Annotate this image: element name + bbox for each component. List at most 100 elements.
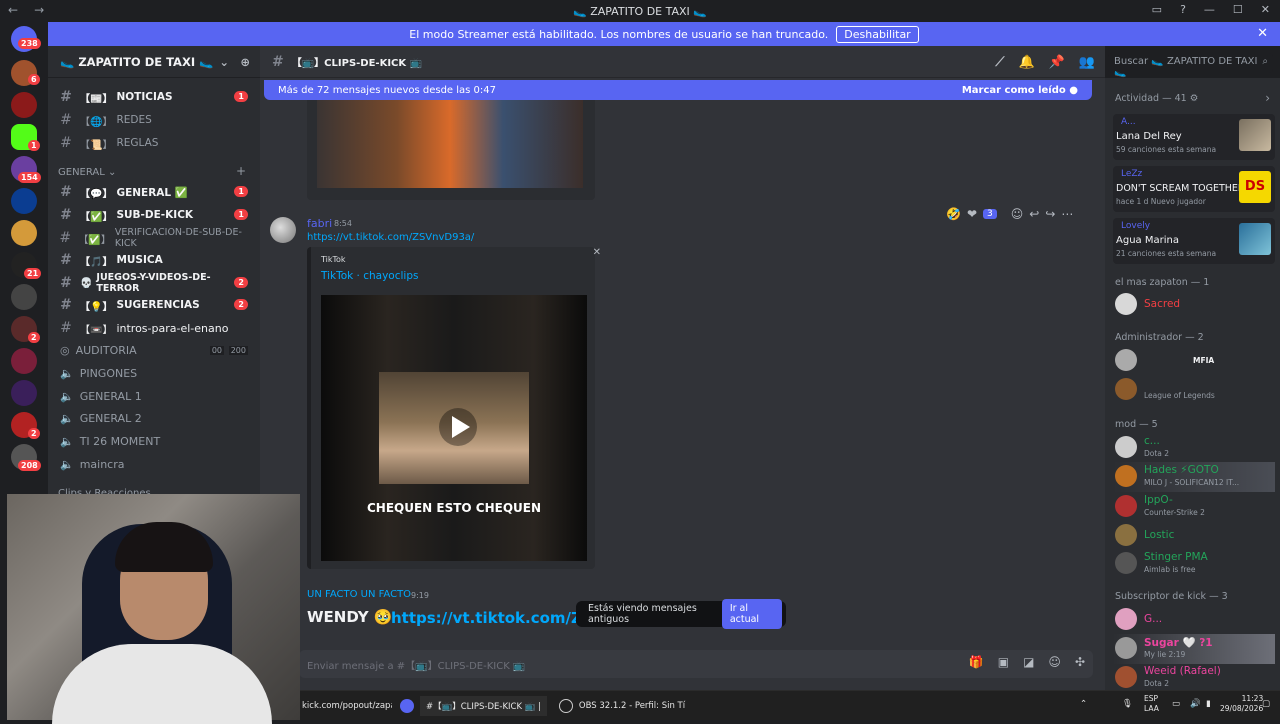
member-item[interactable]: Hades ⚡GOTO MILO J - SOLIFICAN12 IT...	[1113, 462, 1275, 492]
server-icon[interactable]	[11, 284, 37, 310]
channel-item[interactable]: # 【📜】 REGLAS	[56, 133, 252, 153]
server-icon[interactable]	[11, 380, 37, 406]
message-link[interactable]: https://vt.tiktok.com/ZSVnvD93a/	[307, 232, 474, 243]
disable-streamer-button[interactable]: Deshabilitar	[836, 25, 919, 43]
server-icon[interactable]	[11, 220, 37, 246]
jump-to-present-button[interactable]: Ir al actual	[721, 599, 782, 629]
browser-task[interactable]: kick.com/popout/zapati	[302, 701, 392, 711]
close-window-button[interactable]: ✕	[1261, 3, 1270, 16]
inbox-icon[interactable]: ▭	[1152, 3, 1162, 16]
forward-icon[interactable]: ↪	[1045, 207, 1055, 221]
voice-channel[interactable]: 🔈 maincra	[56, 454, 252, 474]
add-channel-icon[interactable]: +	[236, 164, 246, 178]
reaction-count[interactable]: 3	[983, 209, 997, 219]
sticker-icon[interactable]: ◪	[1023, 655, 1034, 669]
voice-channel[interactable]: 🔈 TI 26 MOMENT	[56, 431, 252, 451]
discord-taskbar-icon[interactable]	[400, 698, 414, 713]
voice-channel[interactable]: 🔈 PINGONES	[56, 363, 252, 383]
hash-icon: #	[60, 320, 72, 336]
back-arrow-icon[interactable]: ←	[8, 3, 18, 17]
message-link[interactable]: https://vt.tiktok.com/ZSV	[391, 609, 576, 627]
language-indicator[interactable]: ESP LAA	[1144, 694, 1159, 714]
activity-card[interactable]: A... Lana Del Rey 59 canciones esta sema…	[1113, 114, 1275, 160]
close-banner-icon[interactable]: ✕	[1257, 26, 1268, 41]
network-icon[interactable]: ▭	[1172, 699, 1180, 709]
member-item[interactable]: Sugar 🤍 ?1 My lie 2:19	[1113, 634, 1275, 664]
chevron-down-icon[interactable]: ⌄	[219, 55, 229, 69]
search-input[interactable]: Buscar 🥿 ZAPATITO DE TAXI 🥿 ⌕	[1108, 53, 1273, 78]
activity-card[interactable]: LeZz DON'T SCREAM TOGETHER hace 1 d Nuev…	[1113, 166, 1275, 212]
notifications-icon[interactable]: ▢	[1262, 699, 1270, 709]
laugh-reaction-icon[interactable]: 🤣	[946, 207, 961, 221]
member-list-icon[interactable]: 👥	[1079, 55, 1095, 70]
previous-image-attachment[interactable]	[307, 100, 595, 200]
reply-icon[interactable]: ↩	[1029, 207, 1039, 221]
heart-reaction-icon[interactable]: ❤	[967, 207, 977, 221]
mark-read-button[interactable]: Marcar como leído ●	[962, 85, 1078, 96]
obs-icon[interactable]	[558, 698, 573, 713]
member-item[interactable]: IppO- Counter-Strike 2	[1113, 492, 1275, 522]
server-icon[interactable]	[11, 188, 37, 214]
member-item[interactable]: Weeid (Rafael) Dota 2	[1113, 663, 1275, 693]
pin-icon[interactable]: 📌	[1049, 55, 1065, 70]
voice-channel[interactable]: 🔈 GENERAL 1	[56, 386, 252, 406]
message-composer[interactable]: Enviar mensaje a #【📺】CLIPS-DE-KICK 📺 🎁 ▣…	[299, 650, 1093, 678]
message-author[interactable]: fabri	[307, 217, 332, 230]
bell-icon[interactable]: 🔔	[1018, 55, 1034, 70]
message-author[interactable]: UN FACTO UN FACTO	[307, 589, 411, 600]
gear-icon[interactable]: ⚙	[1190, 93, 1199, 104]
member-item[interactable]: League of Legends	[1113, 375, 1275, 405]
battery-icon[interactable]: ▮	[1206, 699, 1211, 709]
voice-channel[interactable]: 🔈 GENERAL 2	[56, 408, 252, 428]
member-item[interactable]: c... Dota 2	[1113, 433, 1275, 463]
embed-title[interactable]: TikTok · chayoclips	[321, 270, 418, 282]
video-player[interactable]: CHEQUEN ESTO CHEQUEN	[321, 295, 587, 561]
play-icon[interactable]	[438, 407, 478, 447]
add-reaction-icon[interactable]: ☺	[1011, 207, 1024, 221]
chevron-down-icon: ⌄	[108, 167, 117, 178]
member-item[interactable]: G...	[1113, 605, 1275, 635]
server-header[interactable]: 🥿 ZAPATITO DE TAXI 🥿 ⌄ ⊕	[48, 46, 260, 78]
voice-channel[interactable]: ◎ AUDITORIA 00 200	[56, 340, 252, 360]
channel-item[interactable]: # 【🎵】 MUSICA	[56, 250, 252, 270]
mic-icon[interactable]: 🎙	[1122, 699, 1133, 709]
channel-item[interactable]: # 【🌐】 REDES	[56, 110, 252, 130]
chevron-up-icon[interactable]: ⌃	[1080, 699, 1087, 709]
apps-icon[interactable]: ✣	[1075, 655, 1085, 669]
add-member-icon[interactable]: ⊕	[240, 55, 250, 69]
clock[interactable]: 11:23 29/08/2026	[1220, 694, 1263, 714]
member-item[interactable]: MFIA	[1113, 346, 1275, 376]
minimize-button[interactable]: —	[1204, 3, 1215, 16]
emoji-icon[interactable]: ☺	[1048, 655, 1061, 669]
help-icon[interactable]: ?	[1180, 3, 1186, 16]
channel-item[interactable]: # 【✅】 VERIFICACION-DE-SUB-DE-KICK	[56, 227, 252, 249]
avatar[interactable]	[270, 217, 296, 243]
category-header[interactable]: GENERAL ⌄	[58, 167, 116, 178]
new-messages-bar[interactable]: Más de 72 mensajes nuevos desde las 0:47…	[264, 80, 1092, 100]
server-icon[interactable]	[11, 348, 37, 374]
close-embed-icon[interactable]: ✕	[593, 247, 601, 258]
member-list: Actividad — 41 ⚙ › A... Lana Del Rey 59 …	[1105, 78, 1280, 720]
channel-item[interactable]: # 【💬】 GENERAL ✅ 1	[56, 182, 252, 202]
server-icon[interactable]	[11, 92, 37, 118]
volume-icon[interactable]: 🔊	[1190, 699, 1201, 709]
more-options-icon[interactable]: ⋯	[1061, 207, 1073, 221]
chevron-right-icon[interactable]: ›	[1265, 91, 1270, 105]
channel-item[interactable]: # 【💡】 SUGERENCIAS 2	[56, 295, 252, 315]
gif-icon[interactable]: ▣	[998, 655, 1009, 669]
channel-item[interactable]: # 【✅】 SUB-DE-KICK 1	[56, 205, 252, 225]
maximize-button[interactable]: ☐	[1233, 3, 1243, 16]
discord-task[interactable]: #【📺】CLIPS-DE-KICK 📺 |	[420, 695, 547, 716]
gift-icon[interactable]: 🎁	[969, 655, 984, 669]
obs-task[interactable]: OBS 32.1.2 - Perfil: Sin Tí	[579, 701, 685, 711]
threads-icon[interactable]: ⟋	[995, 55, 1004, 70]
activity-card[interactable]: Lovely Agua Marina 21 canciones esta sem…	[1113, 218, 1275, 264]
forward-arrow-icon[interactable]: →	[34, 3, 44, 17]
channel-item[interactable]: # 【📰】 NOTICIAS 1	[56, 87, 252, 107]
member-item[interactable]: Sacred	[1113, 290, 1275, 320]
clock-date: 29/08/2026	[1220, 704, 1264, 713]
member-item[interactable]: Stinger PMA Aimlab is free	[1113, 549, 1275, 579]
member-item[interactable]: Lostic	[1113, 521, 1275, 551]
channel-item[interactable]: # 💀 JUEGOS-Y-VIDEOS-DE-TERROR 2	[56, 272, 252, 294]
channel-item[interactable]: # 【📼】 intros-para-el-enano	[56, 318, 252, 338]
